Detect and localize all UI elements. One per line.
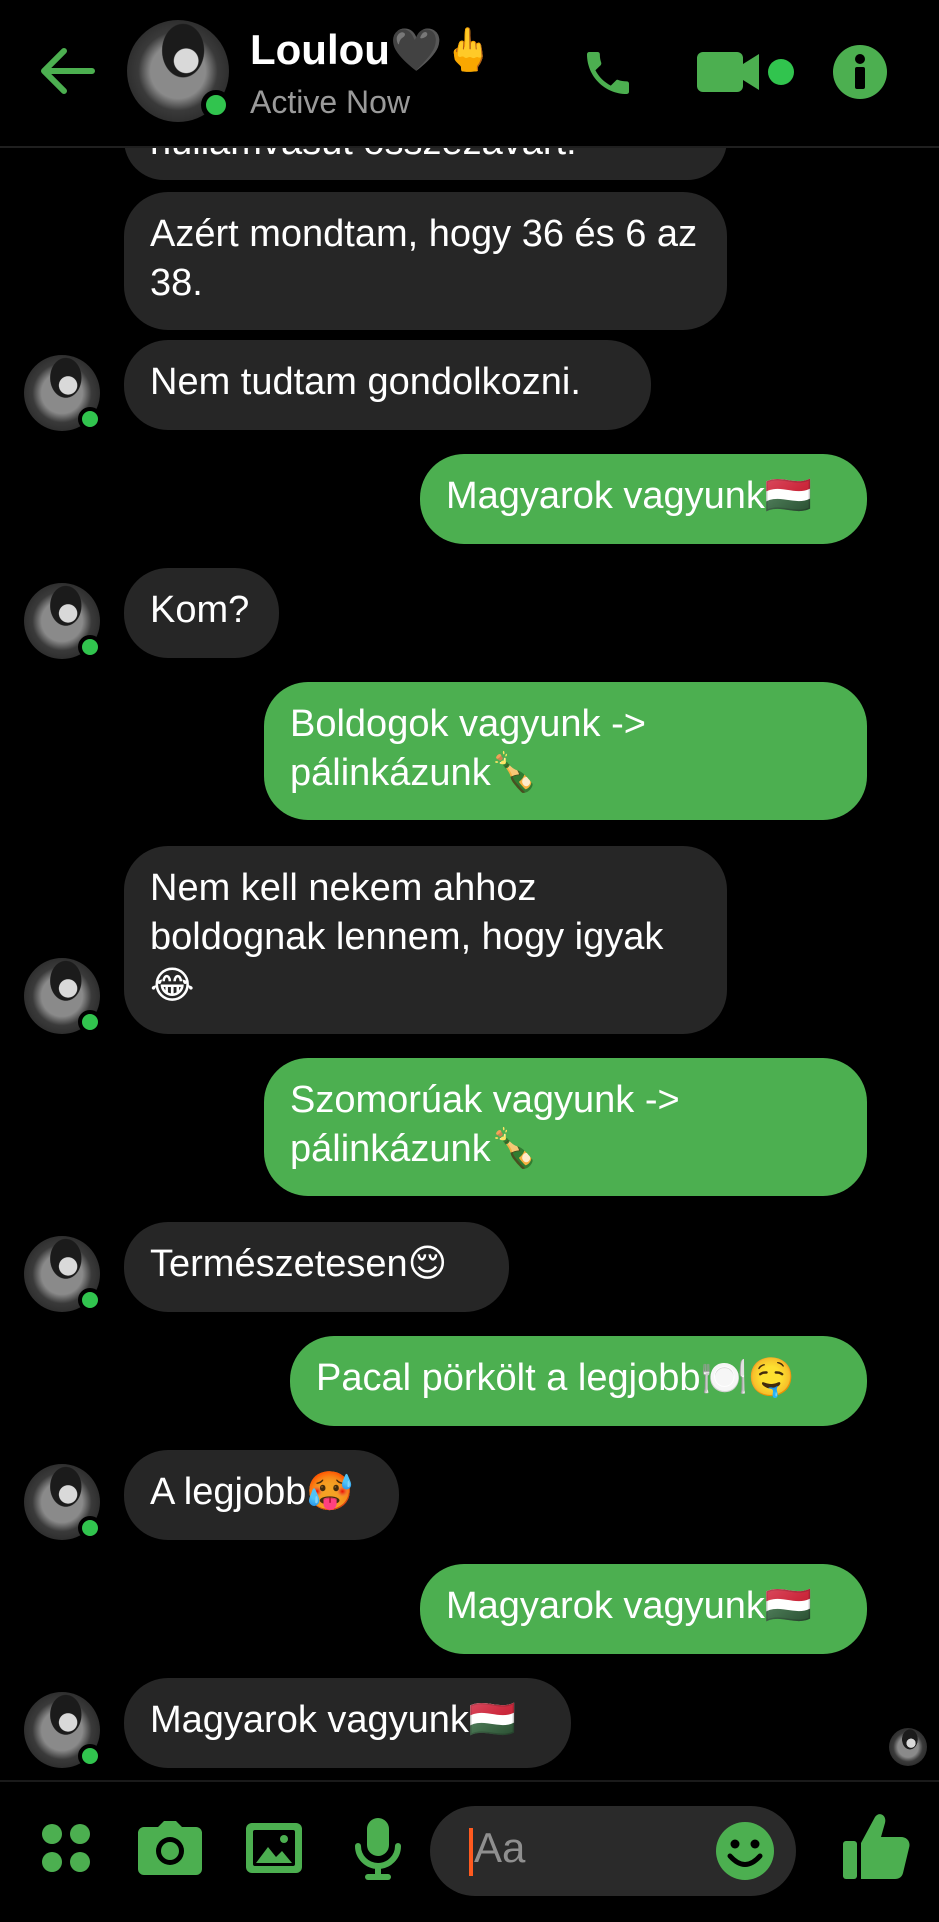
message-text: hullámvasút összezavart!	[150, 146, 577, 163]
video-call-button[interactable]	[695, 44, 801, 100]
online-indicator	[78, 1516, 102, 1540]
microphone-icon	[355, 1818, 401, 1880]
message-bubble-incoming[interactable]: Azért mondtam, hogy 36 és 6 az 38.	[124, 192, 727, 330]
online-indicator	[78, 407, 102, 431]
contact-avatar-small[interactable]	[24, 1464, 102, 1540]
contact-avatar-small[interactable]	[24, 355, 102, 431]
contact-avatar-small[interactable]	[24, 583, 102, 659]
message-text: Szomorúak vagyunk -> pálinkázunk🍾	[290, 1079, 680, 1170]
info-button[interactable]	[830, 42, 890, 102]
four-dots-icon	[42, 1824, 90, 1872]
online-indicator	[78, 635, 102, 659]
message-text: Magyarok vagyunk🇭🇺	[446, 1585, 813, 1627]
gallery-button[interactable]	[238, 1812, 310, 1884]
contact-avatar-small[interactable]	[24, 958, 102, 1034]
online-indicator	[78, 1288, 102, 1312]
message-bubble-incoming[interactable]: Nem kell nekem ahhoz boldognak lennem, h…	[124, 846, 727, 1034]
message-text: Magyarok vagyunk🇭🇺	[446, 475, 813, 517]
video-camera-icon	[697, 52, 794, 92]
message-text: Nem kell nekem ahhoz boldognak lennem, h…	[150, 867, 664, 1007]
smiley-icon	[716, 1822, 774, 1880]
info-icon	[833, 45, 887, 99]
message-input[interactable]: Aa	[430, 1806, 796, 1896]
thumbs-up-icon	[843, 1814, 910, 1879]
active-status: Active Now	[250, 84, 411, 120]
like-button[interactable]	[836, 1806, 916, 1886]
contact-avatar[interactable]	[127, 20, 231, 122]
message-text: Azért mondtam, hogy 36 és 6 az 38.	[150, 213, 698, 304]
message-text: Boldogok vagyunk -> pálinkázunk🍾	[290, 703, 646, 794]
back-button[interactable]	[34, 38, 100, 104]
call-button[interactable]	[575, 40, 641, 106]
message-bubble-outgoing[interactable]: Magyarok vagyunk🇭🇺	[420, 1564, 867, 1654]
message-text: A legjobb🥵	[150, 1471, 354, 1513]
message-bubble-incoming[interactable]: hullámvasút összezavart!	[124, 146, 727, 180]
message-bubble-outgoing[interactable]: Pacal pörkölt a legjobb🍽️🤤	[290, 1336, 867, 1426]
contact-name[interactable]: Loulou🖤🖕	[250, 26, 495, 75]
message-text: Természetesen😌	[150, 1243, 448, 1285]
image-icon	[246, 1823, 302, 1873]
text-caret	[469, 1828, 473, 1876]
message-bubble-outgoing[interactable]: Magyarok vagyunk🇭🇺	[420, 454, 867, 544]
conversation-header: Loulou🖤🖕 Active Now	[0, 0, 939, 148]
message-bubble-incoming[interactable]: Természetesen😌	[124, 1222, 509, 1312]
message-bubble-outgoing[interactable]: Boldogok vagyunk -> pálinkázunk🍾	[264, 682, 867, 820]
seen-avatar	[889, 1728, 927, 1766]
message-text: Nem tudtam gondolkozni.	[150, 361, 581, 403]
avatar-photo	[889, 1728, 927, 1766]
contact-avatar-small[interactable]	[24, 1692, 102, 1768]
online-indicator	[201, 90, 231, 120]
message-bubble-incoming[interactable]: A legjobb🥵	[124, 1450, 399, 1540]
message-bubble-incoming[interactable]: Magyarok vagyunk🇭🇺	[124, 1678, 571, 1768]
online-indicator	[78, 1010, 102, 1034]
message-text: Kom?	[150, 589, 250, 631]
camera-icon	[138, 1821, 202, 1875]
message-bubble-incoming[interactable]: Nem tudtam gondolkozni.	[124, 340, 651, 430]
contact-avatar-small[interactable]	[24, 1236, 102, 1312]
camera-button[interactable]	[134, 1812, 206, 1884]
voice-message-button[interactable]	[342, 1812, 414, 1884]
message-text: Magyarok vagyunk🇭🇺	[150, 1699, 517, 1741]
phone-icon	[587, 52, 629, 94]
message-bubble-incoming[interactable]: Kom?	[124, 568, 279, 658]
arrow-left-icon	[41, 48, 95, 94]
message-text: Pacal pörkölt a legjobb🍽️🤤	[316, 1357, 796, 1399]
message-list[interactable]: hullámvasút összezavart! Azért mondtam, …	[0, 146, 939, 1780]
emoji-button[interactable]	[712, 1818, 778, 1884]
message-placeholder: Aa	[474, 1824, 526, 1871]
online-indicator	[78, 1744, 102, 1768]
more-actions-button[interactable]	[30, 1812, 102, 1884]
message-composer: Aa	[0, 1780, 939, 1922]
message-bubble-outgoing[interactable]: Szomorúak vagyunk -> pálinkázunk🍾	[264, 1058, 867, 1196]
